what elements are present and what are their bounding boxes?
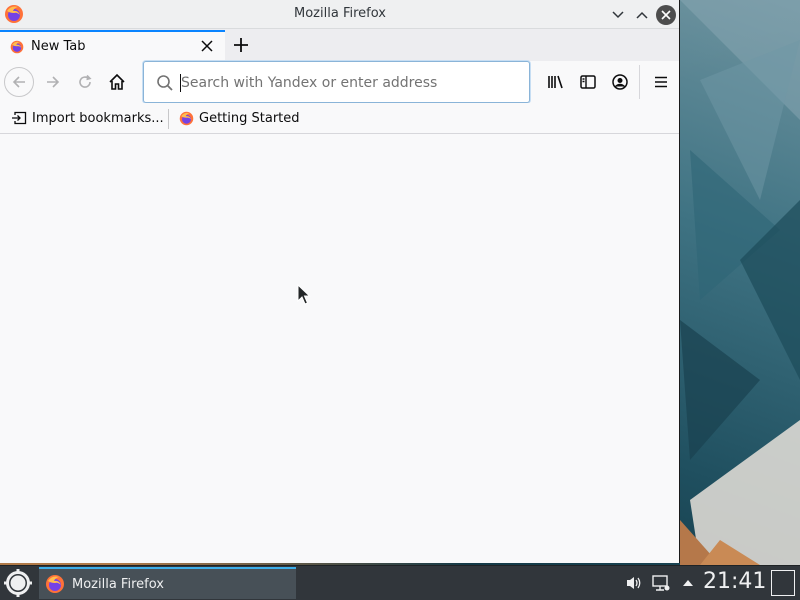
import-icon: [12, 111, 27, 125]
search-icon: [157, 75, 173, 91]
firefox-icon: [179, 111, 194, 125]
hamburger-menu-icon: [655, 76, 667, 88]
firefox-icon: [46, 575, 64, 593]
system-tray-expand-button[interactable]: [679, 574, 697, 592]
url-input[interactable]: [181, 72, 521, 94]
library-button[interactable]: [541, 67, 571, 97]
page-content[interactable]: [0, 134, 679, 563]
navigation-toolbar: [0, 61, 679, 103]
home-button[interactable]: [102, 67, 132, 97]
maximize-button[interactable]: [632, 5, 652, 25]
bookmark-getting-started[interactable]: Getting Started: [179, 108, 300, 128]
back-button[interactable]: [4, 67, 34, 97]
bookmarks-toolbar: Import bookmarks... Getting Started: [0, 103, 679, 134]
network-button[interactable]: [652, 574, 670, 592]
reload-icon: [79, 74, 92, 88]
minimize-button[interactable]: [608, 5, 628, 25]
taskbar: Mozilla Firefox 21:41: [0, 565, 800, 600]
taskbar-item-firefox[interactable]: Mozilla Firefox: [39, 567, 296, 599]
tab-close-button[interactable]: [199, 38, 215, 54]
close-button[interactable]: [656, 5, 676, 25]
show-desktop-button[interactable]: [771, 570, 795, 596]
reload-button[interactable]: [70, 67, 100, 97]
firefox-window: Mozilla Firefox New Tab Search with Yand…: [0, 0, 680, 563]
close-icon: [201, 40, 213, 52]
arrow-right-icon: [47, 76, 60, 88]
chevron-down-icon: [612, 11, 624, 19]
plus-icon: [234, 38, 248, 52]
library-icon: [548, 75, 563, 89]
window-title: Mozilla Firefox: [294, 6, 386, 21]
import-bookmarks-button[interactable]: Import bookmarks...: [11, 108, 164, 128]
tab-label: New Tab: [31, 39, 86, 54]
volume-icon: [627, 577, 641, 589]
tab-strip: New Tab: [0, 29, 679, 61]
account-button[interactable]: [605, 67, 635, 97]
triangle-up-icon: [683, 580, 693, 586]
tab-new-tab[interactable]: New Tab: [0, 30, 225, 61]
menu-button[interactable]: [646, 67, 676, 97]
chevron-up-icon: [636, 11, 648, 19]
url-bar[interactable]: [143, 61, 530, 103]
bookmarks-separator: [168, 109, 169, 129]
clock[interactable]: 21:41: [703, 569, 766, 594]
forward-button[interactable]: [38, 67, 68, 97]
window-titlebar[interactable]: Mozilla Firefox: [0, 0, 679, 29]
close-icon: [661, 10, 671, 20]
taskbar-item-label: Mozilla Firefox: [72, 576, 164, 592]
firefox-icon: [10, 40, 24, 53]
kde-launcher-icon: [4, 569, 32, 597]
sidebar-icon: [580, 75, 596, 89]
mouse-pointer-icon: [297, 284, 311, 305]
toolbar-separator: [639, 65, 640, 99]
sidebar-button[interactable]: [573, 67, 603, 97]
home-icon: [109, 73, 125, 90]
application-launcher[interactable]: [3, 568, 33, 598]
network-icon: [652, 575, 670, 591]
bookmark-label: Getting Started: [199, 110, 300, 126]
new-tab-button[interactable]: [229, 33, 253, 57]
arrow-left-icon: [12, 76, 25, 88]
account-icon: [612, 74, 628, 90]
import-bookmarks-label: Import bookmarks...: [32, 110, 164, 126]
volume-button[interactable]: [625, 574, 643, 592]
